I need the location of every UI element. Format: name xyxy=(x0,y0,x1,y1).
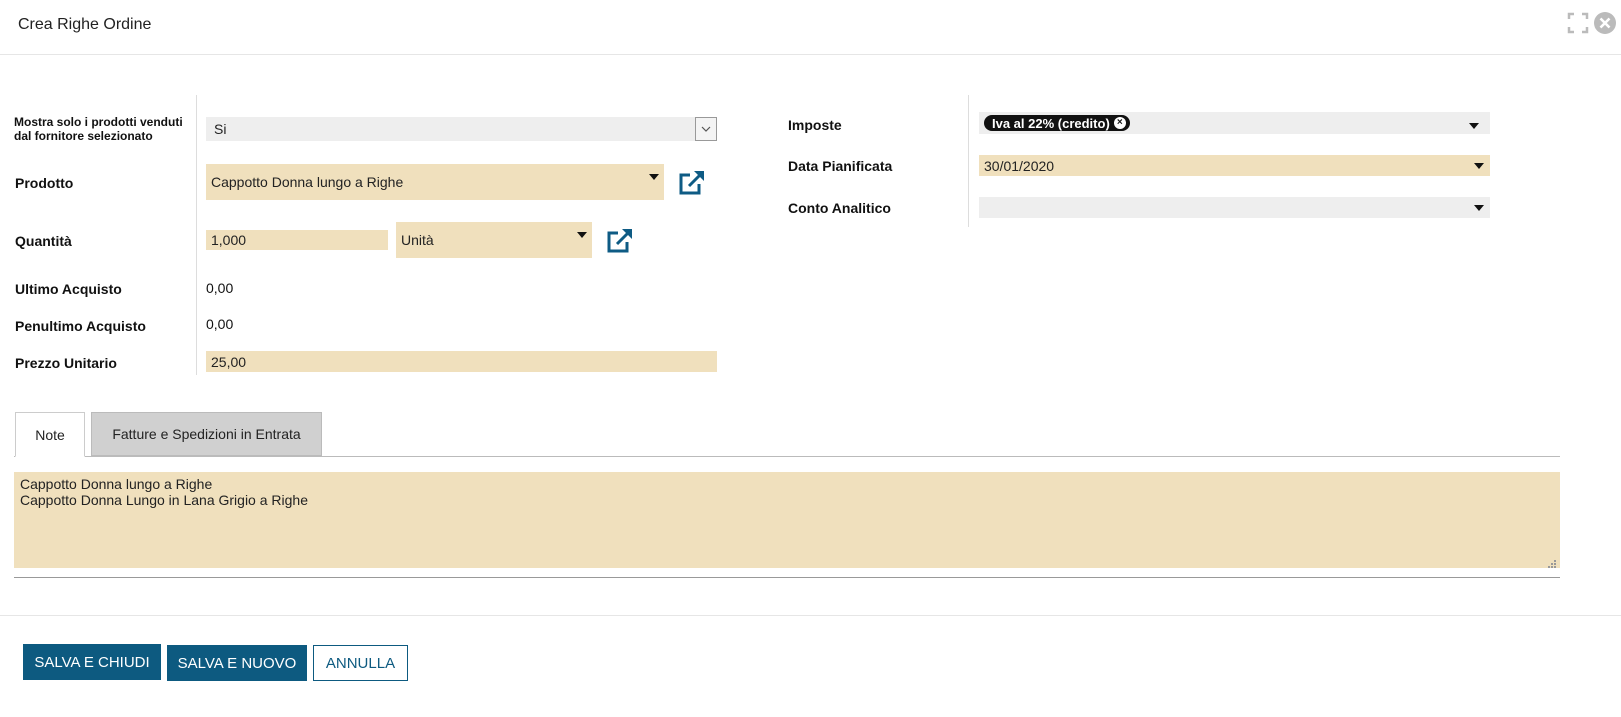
conto-analitico-select[interactable] xyxy=(979,197,1490,218)
external-link-icon[interactable] xyxy=(606,228,634,259)
ultimo-acquisto-value: 0,00 xyxy=(206,280,234,296)
tab-content-divider xyxy=(14,577,1560,578)
tab-note[interactable]: Note xyxy=(15,412,85,457)
caret-down-icon xyxy=(1469,123,1479,129)
save-close-button[interactable]: SALVA E CHIUDI xyxy=(23,644,161,680)
mostra-solo-select[interactable]: Si xyxy=(206,117,717,141)
expand-icon[interactable] xyxy=(1567,12,1589,39)
dialog-header xyxy=(0,0,1621,55)
close-icon[interactable] xyxy=(1593,11,1617,40)
quantita-input[interactable]: 1,000 xyxy=(206,230,388,250)
remove-tag-icon[interactable]: × xyxy=(1113,117,1126,129)
imposte-select[interactable]: Iva al 22% (credito) × xyxy=(979,112,1490,134)
notes-textarea[interactable]: Cappotto Donna lungo a Righe Cappotto Do… xyxy=(14,472,1560,568)
prodotto-select[interactable]: Cappotto Donna lungo a Righe xyxy=(206,164,664,200)
prezzo-unitario-label: Prezzo Unitario xyxy=(15,355,117,371)
right-column-divider xyxy=(968,95,969,227)
conto-analitico-label: Conto Analitico xyxy=(788,200,891,216)
dialog-title: Crea Righe Ordine xyxy=(18,16,152,33)
uom-value: Unità xyxy=(401,232,434,248)
footer-divider xyxy=(0,615,1621,616)
data-pianificata-input[interactable]: 30/01/2020 xyxy=(979,155,1490,176)
mostra-solo-value: Si xyxy=(214,121,227,137)
data-pianificata-value: 30/01/2020 xyxy=(984,157,1055,174)
prodotto-value: Cappotto Donna lungo a Righe xyxy=(211,174,404,190)
ultimo-acquisto-label: Ultimo Acquisto xyxy=(15,281,122,297)
tab-fatture-spedizioni[interactable]: Fatture e Spedizioni in Entrata xyxy=(91,412,322,456)
prodotto-label: Prodotto xyxy=(15,175,74,191)
chevron-down-icon[interactable] xyxy=(695,117,717,141)
save-new-button[interactable]: SALVA E NUOVO xyxy=(167,645,307,681)
quantita-label: Quantità xyxy=(15,233,72,249)
caret-down-icon xyxy=(649,174,659,180)
prezzo-unitario-input[interactable]: 25,00 xyxy=(206,351,717,372)
penultimo-acquisto-value: 0,00 xyxy=(206,316,234,332)
caret-down-icon xyxy=(1474,205,1484,211)
mostra-solo-label: Mostra solo i prodotti venduti dal forni… xyxy=(14,115,183,143)
penultimo-acquisto-label: Penultimo Acquisto xyxy=(15,318,146,334)
uom-select[interactable]: Unità xyxy=(396,222,592,258)
caret-down-icon xyxy=(577,232,587,238)
left-column-divider xyxy=(196,95,197,375)
tax-tag-label: Iva al 22% (credito) xyxy=(992,115,1110,131)
data-pianificata-label: Data Pianificata xyxy=(788,158,893,174)
imposte-label: Imposte xyxy=(788,117,842,133)
tab-bar-line xyxy=(14,456,1560,457)
header-controls xyxy=(1567,11,1617,40)
tax-tag: Iva al 22% (credito) × xyxy=(984,115,1130,131)
resize-handle-icon[interactable] xyxy=(1547,556,1557,574)
cancel-button[interactable]: ANNULLA xyxy=(313,645,408,681)
external-link-icon[interactable] xyxy=(678,170,706,201)
caret-down-icon xyxy=(1474,163,1484,169)
